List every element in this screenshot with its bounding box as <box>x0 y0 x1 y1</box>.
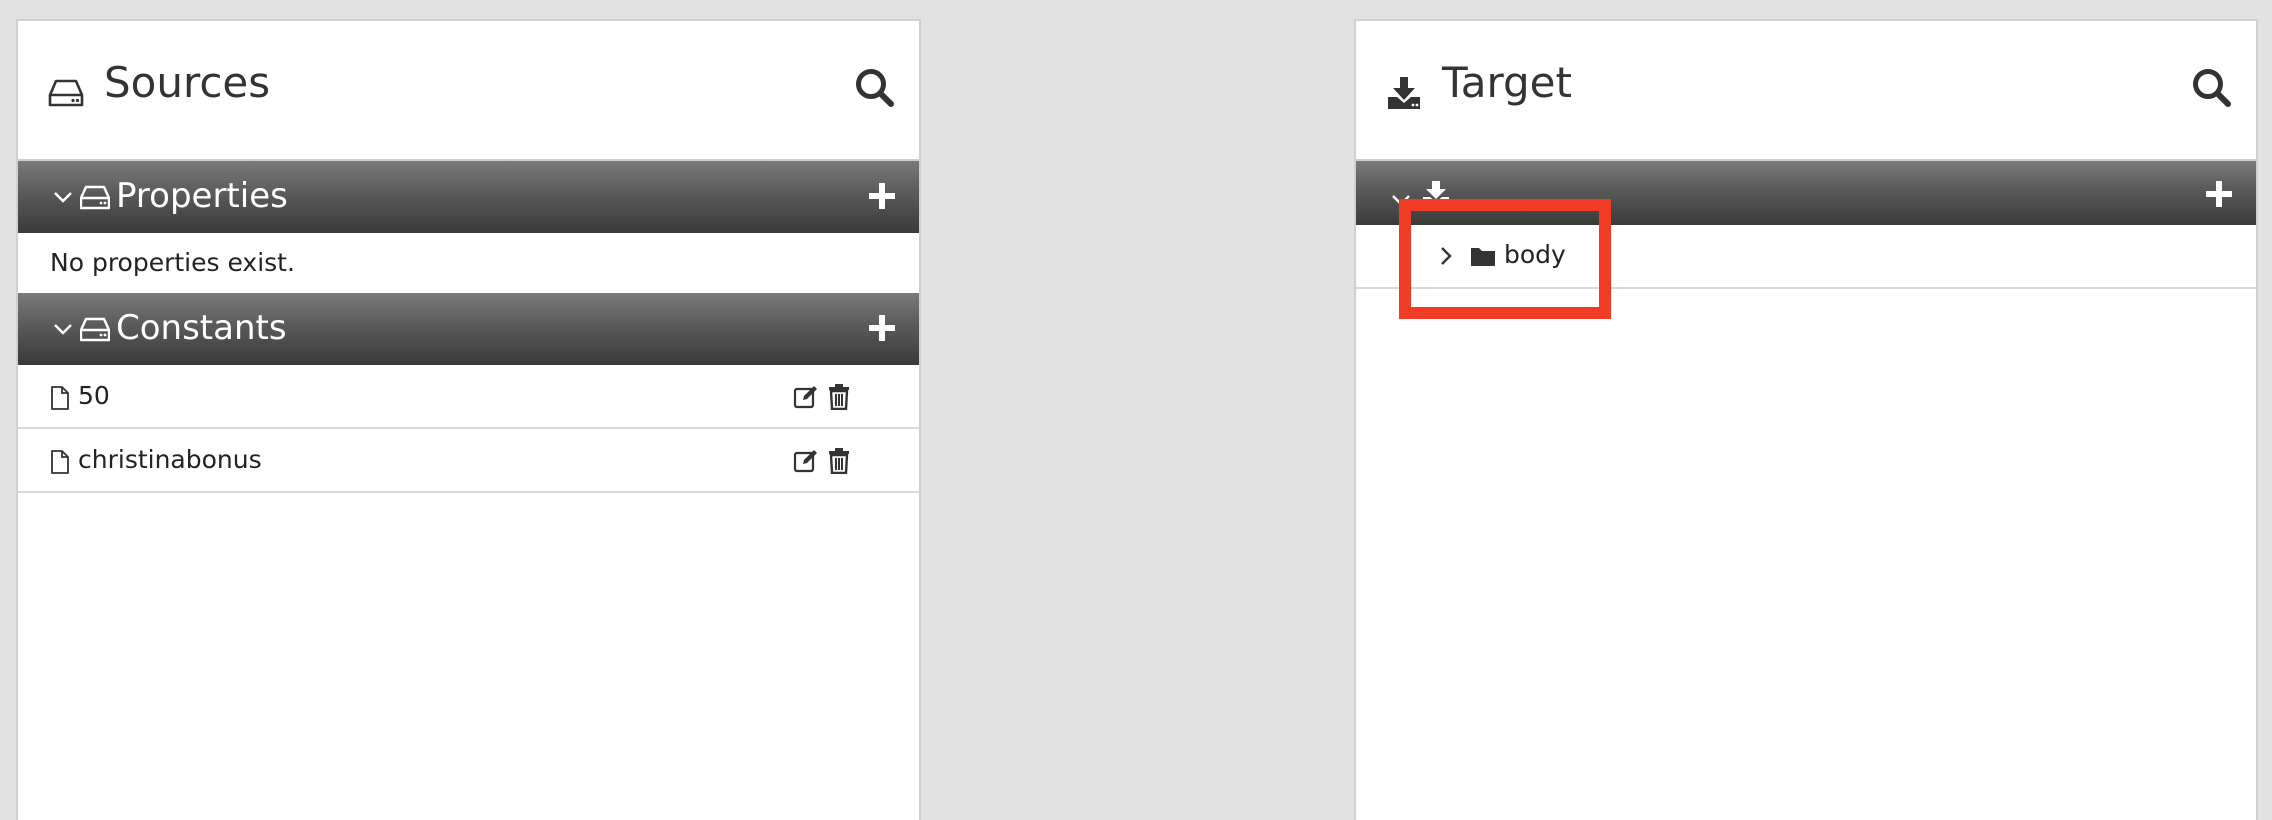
constant-name: 50 <box>78 381 110 410</box>
add-constant-button[interactable] <box>867 313 897 343</box>
target-header: Target <box>1356 21 2256 161</box>
add-property-button[interactable] <box>867 181 897 211</box>
properties-empty-message: No properties exist. <box>50 248 295 277</box>
edit-icon[interactable] <box>793 384 819 410</box>
trash-icon[interactable] <box>828 384 850 410</box>
folder-icon <box>1471 248 1495 266</box>
download-icon <box>1388 77 1420 109</box>
file-icon <box>51 450 69 474</box>
chevron-down-icon[interactable] <box>52 186 74 208</box>
constants-section-header[interactable]: Constants <box>18 293 919 365</box>
properties-section-header[interactable]: Properties <box>18 161 919 233</box>
constant-row[interactable]: christinabonus <box>18 429 919 493</box>
target-title: Target <box>1442 58 1572 107</box>
chevron-down-icon[interactable] <box>1390 189 1412 211</box>
tree-node-body[interactable]: body <box>1356 225 2256 289</box>
constant-name: christinabonus <box>78 445 262 474</box>
download-icon <box>1423 181 1449 207</box>
properties-label: Properties <box>116 176 288 216</box>
target-root-header[interactable] <box>1356 161 2256 225</box>
sources-header: Sources <box>18 21 919 161</box>
hdd-icon <box>80 185 110 210</box>
add-target-button[interactable] <box>2204 179 2234 209</box>
chevron-down-icon[interactable] <box>52 318 74 340</box>
sources-title: Sources <box>104 58 271 107</box>
tree-node-label: body <box>1504 240 1566 269</box>
edit-icon[interactable] <box>793 448 819 474</box>
search-icon[interactable] <box>853 66 897 110</box>
search-icon[interactable] <box>2190 66 2234 110</box>
sources-panel: Sources Properties No properties exist. <box>16 19 921 820</box>
target-panel: Target body <box>1354 19 2258 820</box>
hdd-icon <box>80 317 110 342</box>
hdd-icon <box>48 79 84 107</box>
trash-icon[interactable] <box>828 448 850 474</box>
constants-label: Constants <box>116 308 287 348</box>
chevron-right-icon[interactable] <box>1436 245 1456 267</box>
file-icon <box>51 386 69 410</box>
constant-row[interactable]: 50 <box>18 365 919 429</box>
